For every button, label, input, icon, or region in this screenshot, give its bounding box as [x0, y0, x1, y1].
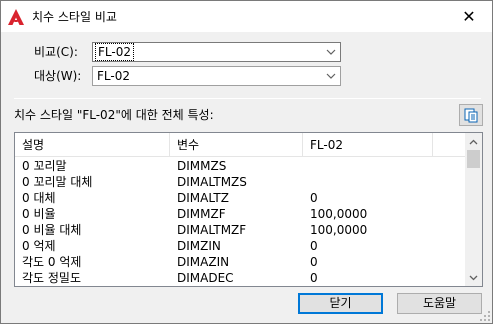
cell-description: 각도 0 억제: [22, 255, 82, 269]
table-row[interactable]: 0 억제 DIMZIN 0: [15, 238, 465, 254]
table-row[interactable]: 0 꼬리말 대체 DIMALTMZS: [15, 174, 465, 190]
separator: [14, 98, 481, 99]
autocad-a-icon: [8, 9, 24, 25]
cell-description: 0 비율 대체: [22, 223, 82, 237]
column-header-style[interactable]: FL-02: [303, 133, 433, 157]
column-header-variable[interactable]: 변수: [170, 133, 303, 157]
cell-value: 0: [310, 255, 318, 269]
scroll-up-button[interactable]: [465, 133, 482, 150]
chevron-down-icon: [326, 49, 336, 55]
cell-description: 0 꼬리말 대체: [22, 175, 93, 189]
scroll-down-button[interactable]: [465, 269, 482, 286]
table-row[interactable]: 0 비율 대체 DIMALTMZF 100,0000: [15, 222, 465, 238]
column-header-description[interactable]: 설명: [15, 133, 170, 157]
cell-variable: DIMAZIN: [177, 255, 230, 269]
table-row[interactable]: 0 꼬리말 DIMMZS: [15, 158, 465, 174]
chevron-down-icon: [326, 73, 336, 79]
column-header-empty: [433, 133, 465, 157]
cell-variable: DIMMZS: [177, 159, 227, 173]
cell-value: 0: [310, 239, 318, 253]
properties-list[interactable]: 설명 변수 FL-02 0 꼬리말 DIMMZS 0 꼬리말 대체 DIMALT…: [14, 132, 483, 287]
list-rows: 0 꼬리말 DIMMZS 0 꼬리말 대체 DIMALTMZS 0 대체 DIM…: [15, 158, 465, 286]
list-header: 설명 변수 FL-02: [15, 133, 465, 157]
compare-dropdown-value: FL-02: [95, 43, 134, 61]
cell-description: 0 억제: [22, 239, 56, 253]
chevron-up-icon: [469, 139, 478, 144]
title-bar: 치수 스타일 비교 ✕: [1, 1, 492, 32]
cell-variable: DIMALTMZF: [177, 223, 247, 237]
table-row[interactable]: 0 비율 DIMMZF 100,0000: [15, 206, 465, 222]
compare-label: 비교(C):: [34, 45, 78, 59]
close-icon: ✕: [462, 7, 476, 26]
resize-grip-icon[interactable]: [480, 311, 490, 321]
compare-dropdown[interactable]: FL-02: [92, 42, 341, 62]
properties-label: 치수 스타일 "FL-02"에 대한 전체 특성:: [14, 108, 214, 122]
cell-variable: DIMALTMZS: [177, 175, 247, 189]
table-row[interactable]: 0 대체 DIMALTZ 0: [15, 190, 465, 206]
dimension-style-compare-dialog: 치수 스타일 비교 ✕ 비교(C): FL-02 대상(W): FL-02 치수…: [0, 0, 493, 324]
table-row[interactable]: 각도 0 억제 DIMAZIN 0: [15, 254, 465, 270]
cell-description: 0 대체: [22, 191, 56, 205]
chevron-down-icon: [469, 275, 478, 280]
help-button[interactable]: 도움말: [397, 293, 482, 314]
target-label: 대상(W):: [34, 69, 82, 83]
target-dropdown[interactable]: FL-02: [92, 66, 341, 86]
cell-variable: DIMMZF: [177, 207, 226, 221]
target-dropdown-value: FL-02: [97, 69, 130, 83]
cell-value: 0: [310, 271, 318, 285]
vertical-scrollbar[interactable]: [465, 133, 482, 286]
cell-value: 0: [310, 191, 318, 205]
close-window-button[interactable]: ✕: [446, 1, 492, 32]
cell-description: 0 꼬리말: [22, 159, 67, 173]
cell-variable: DIMALTZ: [177, 191, 229, 205]
cell-variable: DIMADEC: [177, 271, 234, 285]
window-title: 치수 스타일 비교: [32, 10, 117, 24]
cell-variable: DIMZIN: [177, 239, 221, 253]
cell-description: 각도 정밀도: [22, 271, 82, 285]
cell-value: 100,0000: [310, 207, 368, 221]
cell-description: 0 비율: [22, 207, 56, 221]
copy-to-clipboard-icon: [464, 108, 478, 123]
cell-value: 100,0000: [310, 223, 368, 237]
table-row[interactable]: 각도 정밀도 DIMADEC 0: [15, 270, 465, 286]
close-button[interactable]: 닫기: [298, 293, 383, 314]
copy-to-clipboard-button[interactable]: [459, 104, 483, 126]
scrollbar-thumb[interactable]: [467, 150, 480, 168]
